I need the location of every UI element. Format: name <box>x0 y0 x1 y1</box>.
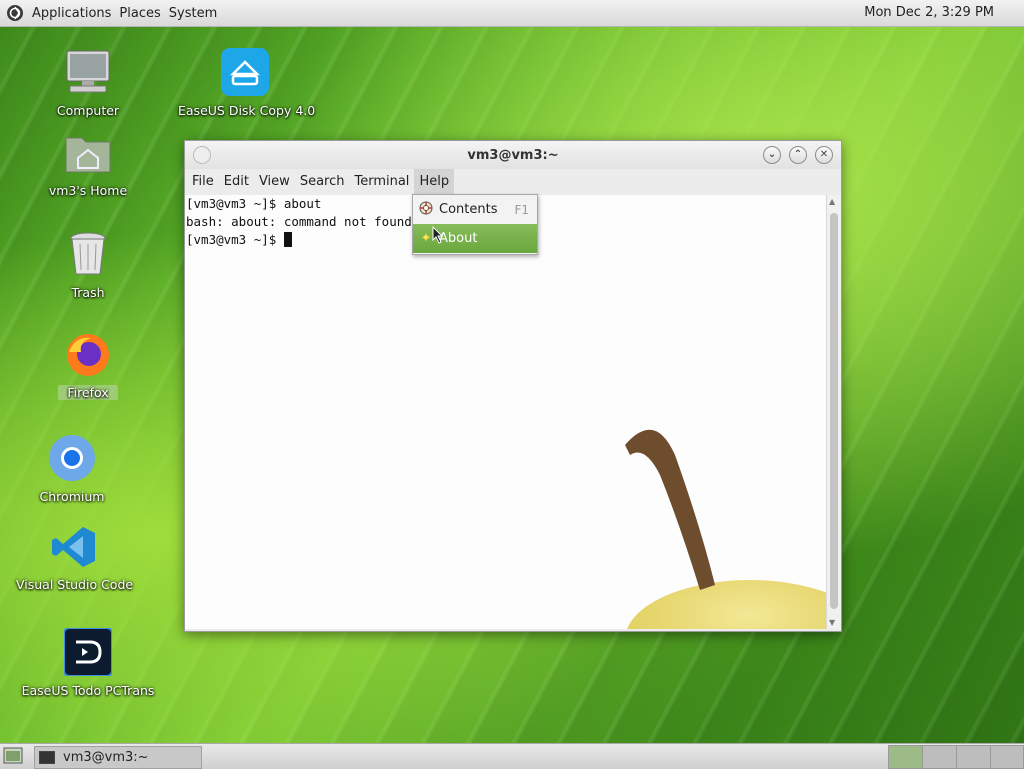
close-icon[interactable]: ✕ <box>815 146 833 164</box>
terminal-output[interactable]: [vm3@vm3 ~]$ about bash: about: command … <box>185 195 827 629</box>
taskbar-window-label: vm3@vm3:~ <box>63 750 149 765</box>
desktop-icon-label: Computer <box>56 103 120 118</box>
desktop-icon-label: vm3's Home <box>48 183 128 198</box>
menu-item-label: Contents <box>439 202 498 217</box>
workspace-2[interactable] <box>922 745 958 769</box>
text-cursor <box>283 232 292 247</box>
terminal-prompt: [vm3@vm3 ~]$ <box>186 232 284 247</box>
top-panel: Applications Places System ⋮ Mon Dec 2, … <box>0 0 1024 27</box>
workspace-3[interactable] <box>956 745 992 769</box>
chromium-icon <box>49 435 95 481</box>
mouse-pointer-icon <box>432 226 444 244</box>
menu-item-contents[interactable]: Contents F1 <box>413 195 537 224</box>
terminal-menubar: File Edit View Search Terminal Help <box>185 169 841 195</box>
desktop-icon-chromium[interactable]: Chromium <box>32 434 112 504</box>
places-menu[interactable]: Places <box>115 6 164 21</box>
desktop-icon-label: Visual Studio Code <box>16 577 134 592</box>
home-folder-icon <box>65 137 111 173</box>
scrollbar-thumb[interactable] <box>830 213 838 609</box>
gnome-foot-icon[interactable] <box>6 4 24 22</box>
desktop-icon-vscode[interactable]: Visual Studio Code <box>16 524 134 592</box>
easeus-pctrans-icon <box>63 627 113 677</box>
vscode-icon <box>52 527 95 567</box>
show-desktop-icon[interactable] <box>3 747 23 764</box>
trash-icon <box>70 232 106 275</box>
workspace-4[interactable] <box>990 745 1024 769</box>
workspace-1[interactable] <box>888 745 924 769</box>
scroll-down-icon[interactable]: ▼ <box>829 618 835 627</box>
background-fruit-image <box>625 429 827 629</box>
help-lifebuoy-icon <box>417 201 435 219</box>
computer-icon <box>66 50 110 93</box>
clock[interactable]: Mon Dec 2, 3:29 PM <box>864 5 994 20</box>
bottom-panel: vm3@vm3:~ <box>0 743 1024 769</box>
desktop-icon-firefox[interactable]: Firefox <box>58 332 118 400</box>
menu-help[interactable]: Help <box>414 169 455 195</box>
menu-view[interactable]: View <box>254 169 295 195</box>
menu-accelerator: F1 <box>514 202 529 217</box>
scroll-up-icon[interactable]: ▲ <box>829 197 835 206</box>
desktop-icon-home[interactable]: vm3's Home <box>44 130 132 198</box>
taskbar-window-button[interactable]: vm3@vm3:~ <box>34 746 202 769</box>
desktop-icon-computer[interactable]: Computer <box>50 48 126 118</box>
desktop-icon-label: Firefox <box>58 385 118 400</box>
window-menu-icon[interactable] <box>193 146 211 164</box>
desktop-icon-label: EaseUS Disk Copy 4.0 <box>178 103 316 118</box>
minimize-icon[interactable]: ⌄ <box>763 146 781 164</box>
menu-item-label: About <box>439 231 478 246</box>
system-menu[interactable]: System <box>165 6 221 21</box>
menu-edit[interactable]: Edit <box>219 169 254 195</box>
terminal-title: vm3@vm3:~ <box>467 147 559 163</box>
applications-menu[interactable]: Applications <box>28 6 115 21</box>
firefox-icon <box>67 334 109 376</box>
desktop-icon-easeus-disk-copy[interactable]: EaseUS Disk Copy 4.0 <box>178 48 316 118</box>
maximize-icon[interactable]: ⌃ <box>789 146 807 164</box>
desktop-icon-label: Trash <box>71 285 105 300</box>
menu-terminal[interactable]: Terminal <box>349 169 414 195</box>
desktop-icon-easeus-todo-pctrans[interactable]: EaseUS Todo PCTrans <box>18 627 158 698</box>
desktop-icon-trash[interactable]: Trash <box>58 230 118 300</box>
desktop-icon-label: EaseUS Todo PCTrans <box>21 683 155 698</box>
desktop-icon-label: Chromium <box>39 489 105 504</box>
terminal-titlebar[interactable]: vm3@vm3:~ ⌄ ⌃ ✕ <box>185 141 841 169</box>
easeus-disk-copy-icon <box>221 48 269 96</box>
terminal-scrollbar[interactable]: ▲ ▼ <box>826 195 841 629</box>
help-menu-dropdown: Contents F1 ✦ About <box>412 194 538 255</box>
terminal-small-icon <box>39 751 55 764</box>
menu-search[interactable]: Search <box>295 169 350 195</box>
menu-file[interactable]: File <box>187 169 219 195</box>
